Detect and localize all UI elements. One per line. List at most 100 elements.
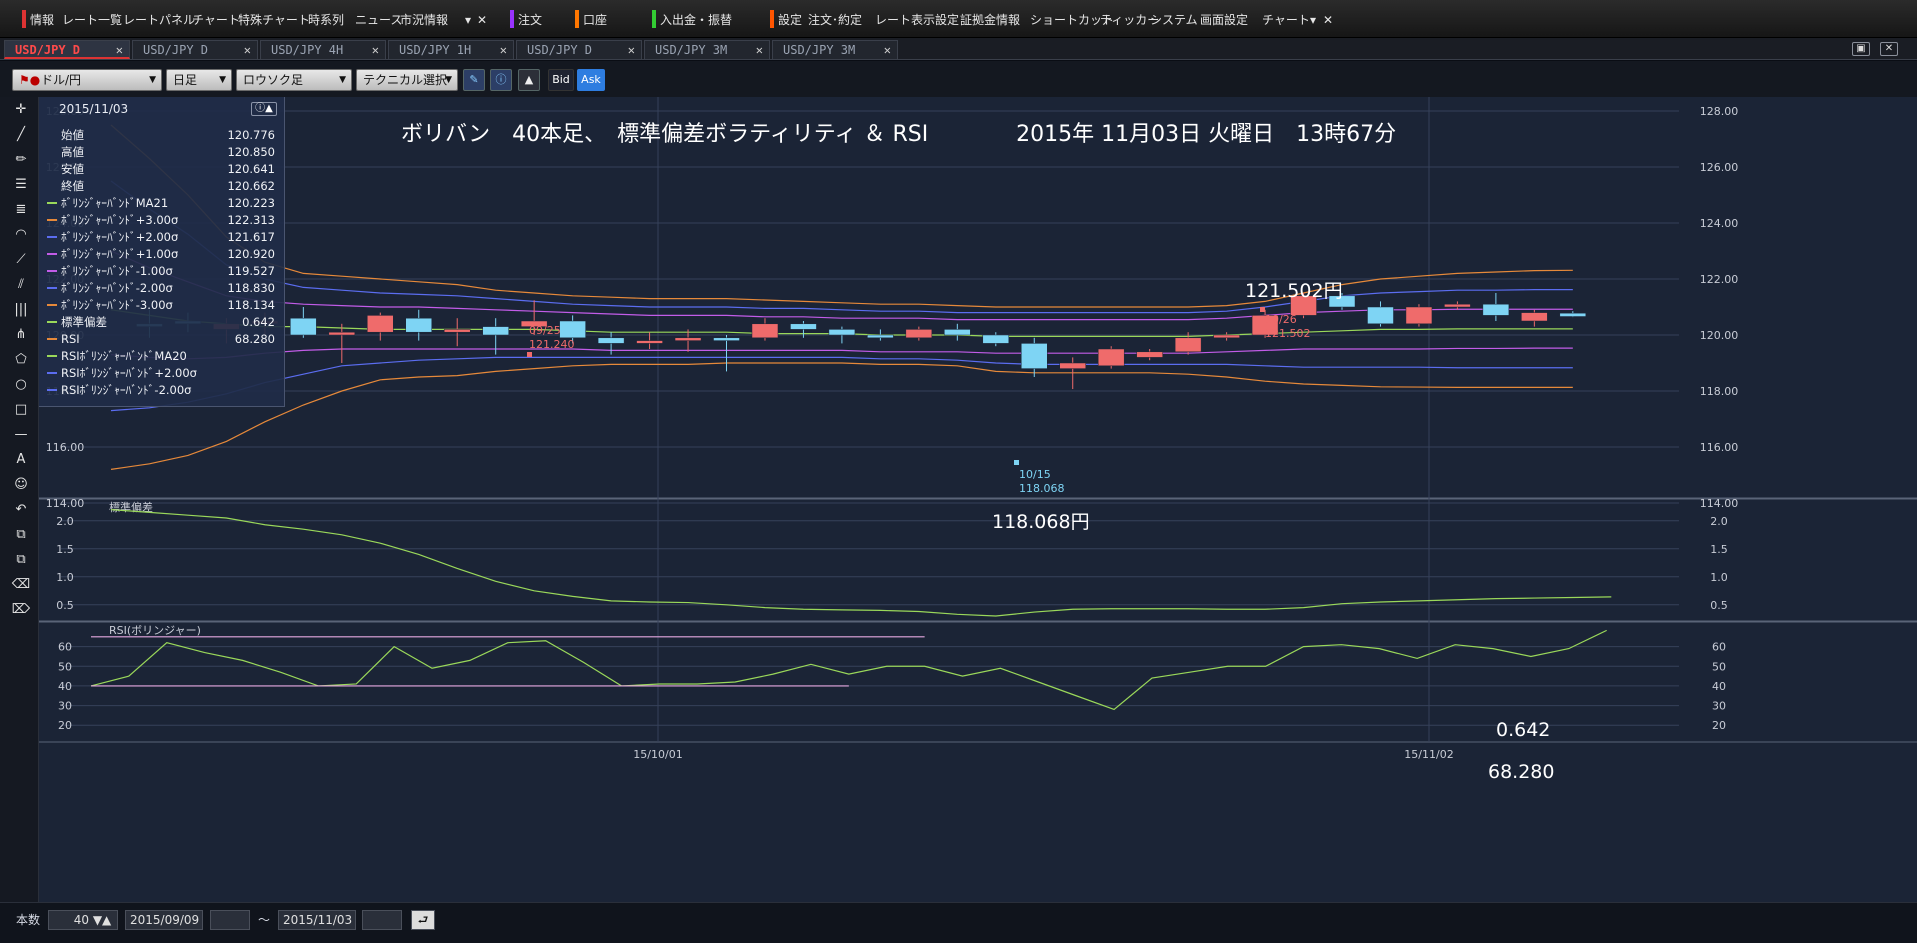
data-panel-value: 121.617 [227, 230, 275, 244]
menu-item-8[interactable]: 注文 [518, 11, 542, 29]
menu-item-2[interactable]: レートパネル [123, 11, 195, 29]
emoji-icon[interactable]: ☺ [11, 475, 31, 495]
chart-tab[interactable]: USD/JPY 3M ✕ [772, 40, 898, 59]
undo-icon[interactable]: ↶ [11, 500, 31, 520]
trendline-icon[interactable]: ╱ [11, 125, 31, 145]
menu-item-19[interactable]: チャート [1262, 11, 1310, 29]
menu-item-5[interactable]: 時系列 [308, 11, 344, 29]
menu-item-13[interactable]: レート表示設定 [875, 11, 959, 29]
chart-tab[interactable]: USD/JPY 1H ✕ [388, 40, 514, 59]
close-icon[interactable]: ✕ [1880, 42, 1898, 56]
bid-button[interactable]: Bid [548, 69, 574, 91]
close-icon[interactable]: ✕ [477, 11, 487, 29]
menu-item-12[interactable]: 注文･約定 [808, 11, 862, 29]
chart-area[interactable]: 15/10/01 15/11/02 114.00 114.00 116.00 116.0… [39, 97, 1917, 902]
chevron-down-icon: ▼ [149, 75, 156, 85]
vertical-lines-icon[interactable]: ||| [11, 300, 31, 320]
from-date-field[interactable]: 2015/09/09 [125, 910, 203, 930]
chevron-down-icon[interactable]: ▾ [465, 11, 471, 29]
data-panel-label: ﾎﾞﾘﾝｼﾞｬｰﾊﾞﾝﾄﾞ-1.00σ [61, 264, 173, 278]
menu-item-7[interactable]: 市況情報 [400, 11, 448, 29]
fibonacci-icon[interactable]: ≣ [11, 200, 31, 220]
flag-icon: ⚑● [19, 73, 41, 87]
text-icon[interactable]: A [11, 450, 31, 470]
menu-item-6[interactable]: ニュース [355, 11, 402, 29]
chart-tab[interactable]: USD/JPY 3M ✕ [644, 40, 770, 59]
horizontal-lines-icon[interactable]: ☰ [11, 175, 31, 195]
data-panel-row: ﾎﾞﾘﾝｼﾞｬｰﾊﾞﾝﾄﾞ-3.00σ 118.134 [45, 297, 279, 313]
chart-tab[interactable]: USD/JPY D ✕ [4, 40, 130, 59]
crosshair-icon[interactable]: ✛ [11, 100, 31, 120]
to-time-field[interactable] [362, 910, 402, 930]
info-icon[interactable]: ⓘ [490, 69, 512, 91]
close-tab-icon[interactable]: ✕ [756, 41, 763, 60]
fan-icon[interactable]: ⟋ [11, 250, 31, 270]
data-panel-row: RSI 68.280 [45, 331, 279, 347]
data-panel-value: 120.223 [227, 196, 275, 210]
period-select[interactable]: 日足 ▼ [166, 69, 232, 91]
high-marker [527, 352, 532, 357]
chevron-down-icon[interactable]: ▾ [1310, 11, 1316, 29]
menu-item-18[interactable]: 画面設定 [1200, 11, 1248, 29]
menu-item-17[interactable]: システム [1150, 11, 1198, 29]
close-tab-icon[interactable]: ✕ [500, 41, 507, 60]
polygon-icon[interactable]: ⬠ [11, 350, 31, 370]
horizontal-line-icon[interactable]: — [11, 425, 31, 445]
menu-item-11[interactable]: 設定 [778, 11, 802, 29]
data-panel-value: 120.776 [227, 128, 275, 142]
data-panel-row: RSIﾎﾞﾘﾝｼﾞｬｰﾊﾞﾝﾄﾞ+2.00σ [45, 365, 279, 381]
mountain-chart-icon[interactable]: ▲ [518, 69, 540, 91]
return-icon[interactable]: ⮐ [411, 910, 435, 930]
close-icon[interactable]: ✕ [1323, 11, 1333, 29]
close-tab-icon[interactable]: ✕ [116, 41, 123, 60]
eraser-all-icon[interactable]: ⌦ [11, 600, 31, 620]
data-panel-row: RSIﾎﾞﾘﾝｼﾞｬｰﾊﾞﾝﾄﾞ-2.00σ [45, 382, 279, 398]
chart-tab[interactable]: USD/JPY D ✕ [132, 40, 258, 59]
rectangle-icon[interactable]: □ [11, 400, 31, 420]
close-tab-icon[interactable]: ✕ [884, 41, 891, 60]
data-panel-label: RSIﾎﾞﾘﾝｼﾞｬｰﾊﾞﾝﾄﾞMA20 [61, 349, 187, 363]
arc-icon[interactable]: ◠ [11, 225, 31, 245]
from-time-field[interactable] [210, 910, 250, 930]
y-tick-label-right: 60 [1712, 641, 1726, 654]
menu-item-9[interactable]: 口座 [583, 11, 607, 29]
pen-icon[interactable]: ✎ [463, 69, 485, 91]
chart-type-select[interactable]: ロウソク足 ▼ [236, 69, 352, 91]
copy-icon[interactable]: ⧉ [11, 525, 31, 545]
low-marker-date: 10/15 [1019, 468, 1051, 481]
menu-item-4[interactable]: 特殊チャート [238, 11, 310, 29]
chart-tab[interactable]: USD/JPY 4H ✕ [260, 40, 386, 59]
y-tick-label-right: 30 [1712, 700, 1726, 713]
close-tab-icon[interactable]: ✕ [244, 41, 251, 60]
menu-item-14[interactable]: 証拠金情報 [960, 11, 1020, 29]
data-panel-row: 高値 120.850 [45, 144, 279, 160]
chart-svg: 15/10/01 15/11/02 114.00 114.00 116.00 116.0… [39, 97, 1917, 783]
to-date-field[interactable]: 2015/11/03 [278, 910, 356, 930]
stepper-arrows-icon[interactable]: ▼▲ [93, 913, 111, 927]
data-panel-date: 2015/11/03 [59, 102, 129, 116]
ask-button[interactable]: Ask [577, 69, 605, 91]
bar-count-stepper[interactable]: 40 ▼▲ [48, 910, 118, 930]
eraser-icon[interactable]: ⌫ [11, 575, 31, 595]
maximize-icon[interactable]: ▣ [1852, 42, 1870, 56]
circle-icon[interactable]: ○ [11, 375, 31, 395]
pitchfork-icon[interactable]: ⋔ [11, 325, 31, 345]
panel-collapse-icon[interactable]: ⓘ▲ [251, 102, 277, 116]
candle-body [636, 340, 663, 344]
data-panel-label: ﾎﾞﾘﾝｼﾞｬｰﾊﾞﾝﾄﾞ+2.00σ [61, 230, 179, 244]
menu-item-0[interactable]: 情報 [30, 11, 54, 29]
channel-icon[interactable]: ⫽ [11, 275, 31, 295]
currency-pair-select[interactable]: ⚑●ドル/円 ▼ [12, 69, 162, 91]
chart-tab[interactable]: USD/JPY D ✕ [516, 40, 642, 59]
pencil-icon[interactable]: ✏ [11, 150, 31, 170]
data-panel-value: 120.662 [227, 179, 275, 193]
menu-item-10[interactable]: 入出金・振替 [660, 11, 732, 29]
technical-select[interactable]: テクニカル選択 ▼ [356, 69, 458, 91]
paste-icon[interactable]: ⧉ [11, 550, 31, 570]
menu-item-1[interactable]: レート一覧 [62, 11, 122, 29]
close-tab-icon[interactable]: ✕ [628, 41, 635, 60]
rsi-value-label: 68.280 [1488, 761, 1554, 783]
menu-item-3[interactable]: チャート [192, 11, 240, 29]
close-tab-icon[interactable]: ✕ [372, 41, 379, 60]
candle-body [1059, 362, 1086, 369]
